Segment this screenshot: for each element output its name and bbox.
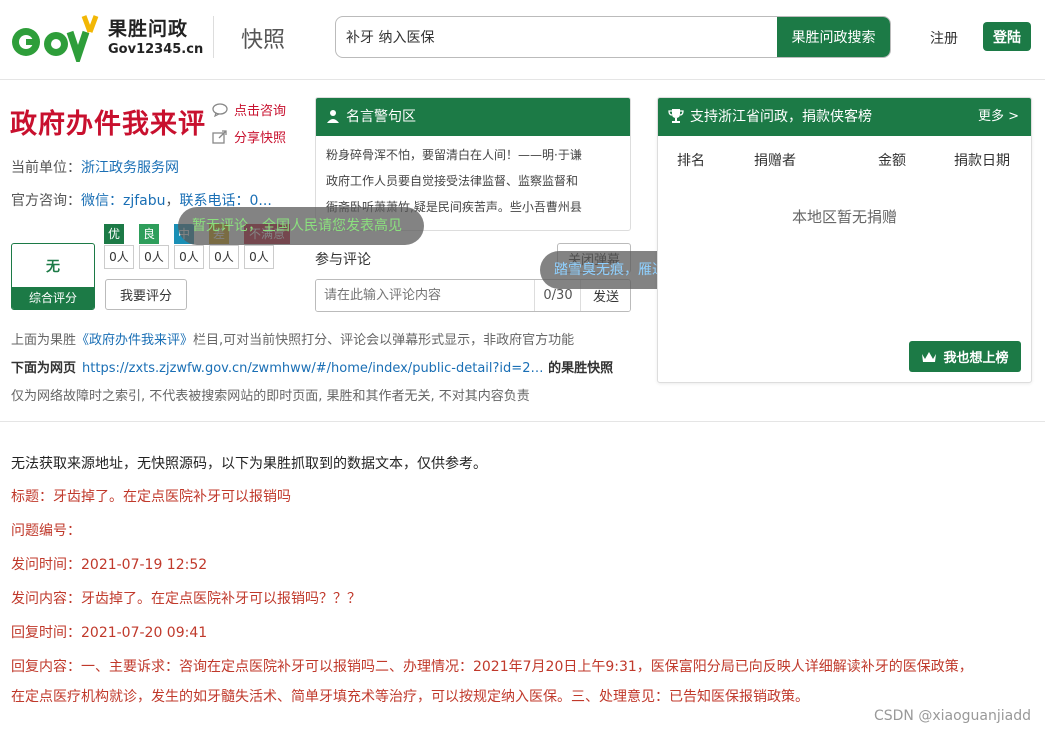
info-label: 下面为网页 [11,361,77,376]
comment-title: 参与评论 [315,252,371,268]
col-donor: 捐赠者 [754,153,796,169]
col-amount: 金额 [878,153,906,169]
overall-score-value: 无 [46,259,60,275]
donate-empty-text: 本地区暂无捐赠 [791,208,897,226]
share-icon [212,130,227,144]
info-line: 仅为网络故障时之索引, 不代表被搜索网站的即时页面, 果胜和其作者无关, 不对其… [11,389,530,404]
section-divider [0,421,1045,422]
rating-count: 0人 [174,245,204,269]
content-number: 问题编号： [11,523,81,539]
donate-panel: 支持浙江省问政，捐款侠客榜 更多 > 排名 捐赠者 金额 捐款日期 本地区暂无捐… [657,97,1032,383]
snapshot-label: 快照 [241,28,286,53]
site-header: 果胜问政 Gov12345.cn 快照 果胜问政搜索 注册 登陆 [0,0,1045,80]
search-box: 果胜问政搜索 [335,16,891,58]
rating-tag[interactable]: 优 [104,224,124,244]
want-to-list-button[interactable]: 我也想上榜 [909,341,1021,372]
consult-link-label: 点击咨询 [234,104,287,119]
info-text: 上面为果胜 [11,333,77,348]
quote-panel-header: 名言警句区 [316,98,630,136]
col-rank: 排名 [677,153,705,169]
rating-count: 0人 [104,245,134,269]
column-link[interactable]: 《政府办件我来评》 [76,333,193,348]
user-icon [327,110,339,123]
login-button[interactable]: 登陆 [983,22,1031,51]
quote-panel-title: 名言警句区 [346,109,416,125]
page-title: 政府办件我来评 [10,109,206,140]
overall-score-label: 综合评分 [12,287,94,309]
source-url-link[interactable]: https://zxts.zjzwfw.gov.cn/zwmhww/#/home… [82,361,544,376]
search-input[interactable] [336,17,778,57]
donate-panel-header: 支持浙江省问政，捐款侠客榜 更多 > [658,98,1031,136]
quote-line: 粉身碎骨浑不怕，要留清白在人间！——明·于谦 [326,148,582,162]
info-label: 的果胜快照 [548,361,614,376]
unit-link[interactable]: 浙江政务服务网 [81,160,179,176]
rating-tag[interactable]: 良 [139,224,159,244]
quote-line: 政府工作人员要自觉接受法律监督、监察监督和 [326,174,579,188]
donate-panel-title: 支持浙江省问政，捐款侠客榜 [690,109,872,125]
unit-label: 当前单位： [11,160,81,176]
logo-text-cn: 果胜问政 [108,18,189,40]
register-link[interactable]: 注册 [930,28,958,48]
logo-text-en: Gov12345.cn [108,42,204,57]
content-reply-time: 回复时间：2021-07-20 09:41 [11,625,208,641]
header-divider [213,16,214,58]
search-button[interactable]: 果胜问政搜索 [777,17,890,57]
barrage-message: 暂无评论，全国人民请您发表高见 [178,207,424,245]
donate-more-link[interactable]: 更多 > [978,98,1019,136]
info-line: 下面为网页 https://zxts.zjzwfw.gov.cn/zwmhww/#… [11,357,613,376]
info-line: 上面为果胜《政府办件我来评》栏目,可对当前快照打分、评论会以弹幕形式显示，非政府… [11,329,574,348]
want-to-list-label: 我也想上榜 [943,351,1009,366]
site-logo[interactable] [10,12,100,62]
content-reply-line: 回复内容：一、主要诉求：咨询在定点医院补牙可以报销吗二、办理情况：2021年7月… [11,659,973,675]
content-title: 标题：牙齿掉了。在定点医院补牙可以报销吗 [11,489,291,505]
share-link[interactable]: 分享快照 [212,127,286,146]
rating-count: 0人 [139,245,169,269]
col-date: 捐款日期 [954,153,1010,169]
watermark: CSDN @xiaoguanjiadd [873,708,1031,724]
content-note: 无法获取来源地址，无快照源码，以下为果胜抓取到的数据文本，仅供参考。 [11,456,487,472]
consult-wechat[interactable]: 微信：zjfabu [81,193,166,209]
share-link-label: 分享快照 [234,131,287,146]
content-reply-line: 在定点医疗机构就诊，发生的如牙髓失活术、简单牙填充术等治疗，可以按规定纳入医保。… [11,689,809,705]
trophy-icon [668,109,684,123]
consult-label: 官方咨询： [11,193,81,209]
rating-count: 0人 [209,245,239,269]
unit-row: 当前单位：浙江政务服务网 [11,157,179,177]
comment-input[interactable] [316,280,535,311]
overall-score-box: 无 综合评分 [11,243,95,310]
my-score-button[interactable]: 我要评分 [105,279,187,310]
consult-link[interactable]: 点击咨询 [212,100,286,119]
rating-count: 0人 [244,245,274,269]
info-text: 栏目,可对当前快照打分、评论会以弹幕形式显示，非政府官方功能 [193,333,575,348]
content-ask-time: 发问时间：2021-07-19 12:52 [11,557,208,573]
chat-icon [212,103,228,117]
crown-icon [922,352,937,362]
content-ask-content: 发问内容：牙齿掉了。在定点医院补牙可以报销吗？？？ [11,591,361,607]
